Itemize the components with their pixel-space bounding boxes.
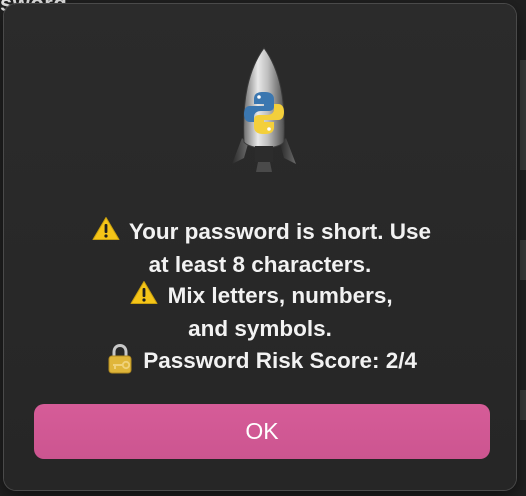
message-text: Password Risk Score: 2/4 <box>143 348 418 373</box>
message-line: at least 8 characters. <box>24 250 496 281</box>
python-rocket-icon <box>232 47 296 172</box>
background-window-edge <box>520 240 526 280</box>
message-line: Your password is short. Use <box>24 216 496 250</box>
ok-button[interactable]: OK <box>34 404 490 459</box>
message-line: Password Risk Score: 2/4 <box>24 343 496 379</box>
alert-dialog: Your password is short. Use at least 8 c… <box>4 4 516 490</box>
message-text: Your password is short. Use <box>128 219 432 244</box>
message-line: and symbols. <box>24 314 496 345</box>
background-window-edge <box>520 390 526 420</box>
background-window-edge <box>520 60 526 170</box>
warning-icon <box>127 280 161 314</box>
message-text: and symbols. <box>188 315 332 341</box>
warning-icon <box>89 216 123 250</box>
message-text: Mix letters, numbers, <box>167 283 393 308</box>
message-line: Mix letters, numbers, <box>24 280 496 314</box>
message-text: at least 8 characters. <box>148 251 372 277</box>
lock-key-icon <box>103 343 137 379</box>
alert-message: Your password is short. Use at least 8 c… <box>24 216 496 379</box>
